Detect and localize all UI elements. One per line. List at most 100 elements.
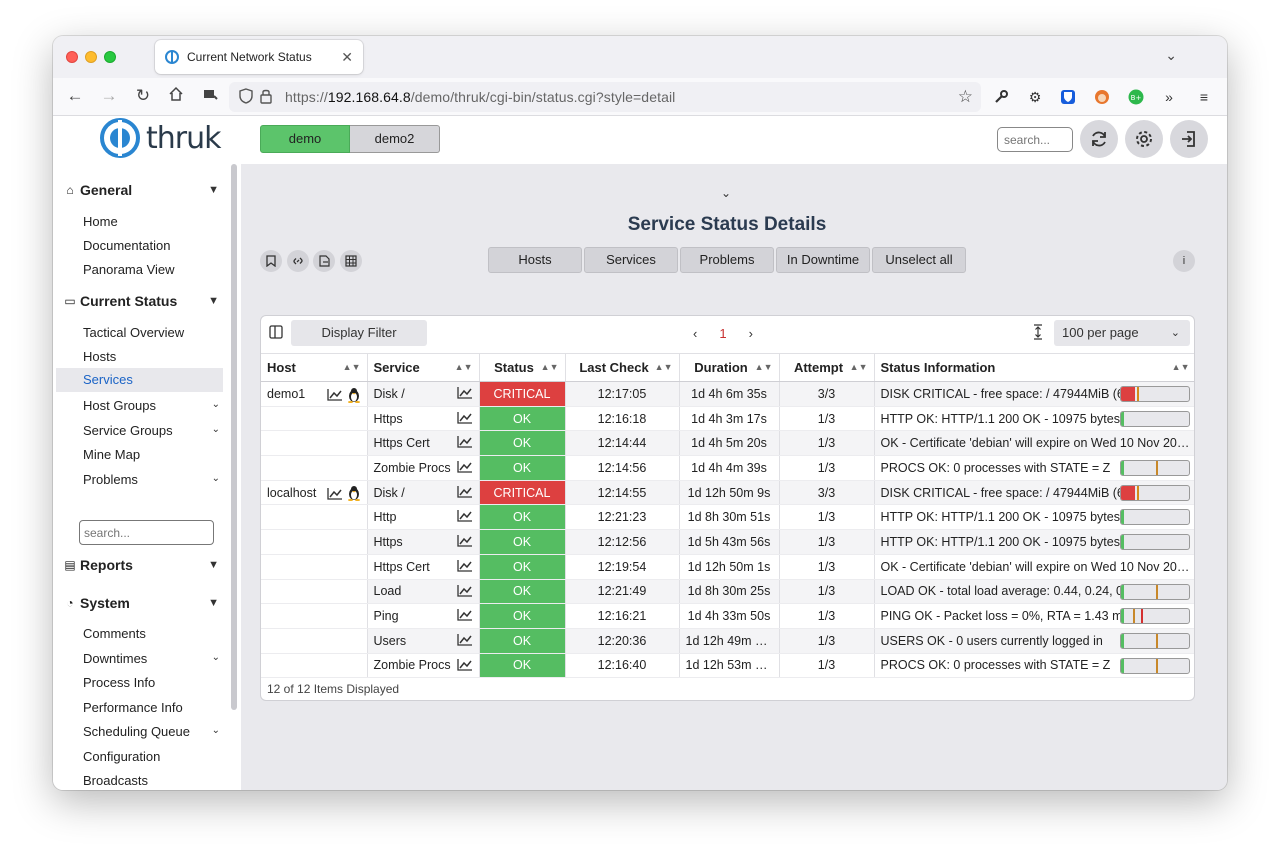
preferences-button[interactable]: [1125, 120, 1163, 158]
info-icon[interactable]: i: [1173, 250, 1195, 272]
minimize-window-button[interactable]: [85, 51, 97, 63]
sidebar-item-scheduling-queue[interactable]: Scheduling Queue ⌄: [83, 724, 223, 739]
reload-icon[interactable]: ↻: [132, 86, 154, 106]
column-header-attempt[interactable]: Attempt ▲▼: [779, 353, 875, 382]
sort-icon[interactable]: ▲▼: [850, 362, 868, 372]
row-height-icon[interactable]: [1032, 324, 1044, 343]
filter-services-button[interactable]: Services: [584, 247, 678, 273]
sidebar-section-general[interactable]: ⌂ General ▼: [63, 182, 219, 198]
grade-badge-icon[interactable]: B+: [1126, 87, 1146, 107]
graph-icon[interactable]: [456, 386, 473, 402]
zoom-window-button[interactable]: [104, 51, 116, 63]
bookmark-icon[interactable]: [260, 250, 282, 272]
back-icon[interactable]: ←: [64, 86, 86, 106]
filter-in-downtime-button[interactable]: In Downtime: [776, 247, 870, 273]
service-name-link[interactable]: Users: [374, 634, 407, 648]
perfdata-bar[interactable]: [1119, 386, 1190, 402]
tab-close-icon[interactable]: ✕: [341, 49, 353, 66]
host-cell[interactable]: [261, 653, 368, 679]
service-cell[interactable]: Users: [367, 628, 480, 654]
column-header-host[interactable]: Host ▲▼: [261, 353, 368, 382]
perfdata-bar[interactable]: [1119, 608, 1190, 625]
url-bar[interactable]: https://192.168.64.8/demo/thruk/cgi-bin/…: [229, 82, 981, 112]
table-row[interactable]: localhost Disk / CRITICAL 12:14:55 1d 12…: [261, 480, 1194, 506]
home-icon[interactable]: [165, 86, 187, 107]
screenshot-icon[interactable]: [199, 86, 221, 107]
table-row[interactable]: Https Cert OK 12:19:54 1d 12h 50m 1s 1/3…: [261, 554, 1194, 580]
sidebar-section-reports[interactable]: ▤ Reports ▼: [63, 557, 219, 573]
host-cell[interactable]: [261, 430, 368, 457]
sort-icon[interactable]: ▲▼: [455, 362, 473, 372]
service-name-link[interactable]: Disk /: [374, 387, 405, 401]
graph-icon[interactable]: [456, 460, 473, 476]
prev-page-icon[interactable]: ‹: [693, 326, 697, 341]
sidebar-section-current-status[interactable]: ▭ Current Status ▼: [63, 293, 219, 309]
graph-icon[interactable]: [456, 435, 473, 451]
sidebar-search-input[interactable]: [79, 520, 214, 545]
link-icon[interactable]: [287, 250, 309, 272]
lock-warning-icon[interactable]: [259, 88, 273, 107]
unselect-all-button[interactable]: Unselect all: [872, 247, 966, 273]
service-cell[interactable]: Disk /: [367, 480, 480, 506]
perfdata-bar[interactable]: [1119, 657, 1190, 674]
sidebar-item-broadcasts[interactable]: Broadcasts: [83, 773, 223, 788]
tab-list-chevron-icon[interactable]: ⌄: [1165, 47, 1177, 64]
display-filter-button[interactable]: Display Filter: [291, 320, 427, 346]
sidebar-scrollbar[interactable]: [231, 164, 237, 710]
host-name-link[interactable]: demo1: [267, 387, 305, 401]
sidebar-item-downtimes[interactable]: Downtimes ⌄: [83, 651, 223, 666]
service-name-link[interactable]: Https: [374, 535, 403, 549]
graph-icon[interactable]: [456, 608, 473, 624]
table-row[interactable]: Load OK 12:21:49 1d 8h 30m 25s 1/3 LOAD …: [261, 579, 1194, 605]
table-row[interactable]: Users OK 12:20:36 1d 12h 49m 19s 1/3 USE…: [261, 628, 1194, 654]
service-cell[interactable]: Ping: [367, 603, 480, 629]
sidebar-item-hosts[interactable]: Hosts: [83, 349, 223, 364]
host-cell[interactable]: localhost: [261, 480, 368, 506]
table-row[interactable]: Http OK 12:21:23 1d 8h 30m 51s 1/3 HTTP …: [261, 504, 1194, 531]
sort-icon[interactable]: ▲▼: [655, 362, 673, 372]
sidebar-item-services[interactable]: Services: [56, 368, 223, 392]
close-window-button[interactable]: [66, 51, 78, 63]
logout-button[interactable]: [1170, 120, 1208, 158]
graph-icon[interactable]: [456, 534, 473, 550]
sort-icon[interactable]: ▲▼: [1172, 362, 1190, 372]
service-cell[interactable]: Disk /: [367, 381, 480, 407]
column-header-status[interactable]: Status ▲▼: [479, 353, 566, 382]
host-cell[interactable]: demo1: [261, 381, 368, 407]
next-page-icon[interactable]: ›: [749, 326, 753, 341]
site-tab-demo2[interactable]: demo2: [350, 125, 440, 153]
sidebar-item-tactical-overview[interactable]: Tactical Overview: [83, 325, 223, 340]
extension-avatar-icon[interactable]: [1092, 87, 1112, 107]
service-name-link[interactable]: Http: [374, 510, 397, 524]
service-name-link[interactable]: Zombie Procs: [374, 461, 451, 475]
sidebar-item-performance-info[interactable]: Performance Info: [83, 700, 223, 715]
service-cell[interactable]: Https Cert: [367, 430, 480, 457]
service-name-link[interactable]: Zombie Procs: [374, 658, 451, 672]
header-search-input[interactable]: [997, 127, 1073, 152]
bitwarden-icon[interactable]: [1058, 87, 1078, 107]
host-cell[interactable]: [261, 504, 368, 531]
host-cell[interactable]: [261, 406, 368, 432]
settings-gear-icon[interactable]: ⚙: [1025, 87, 1045, 107]
perfdata-bar[interactable]: [1119, 410, 1190, 427]
graph-icon[interactable]: [456, 411, 473, 427]
service-name-link[interactable]: Ping: [374, 609, 399, 623]
per-page-select[interactable]: 100 per page ⌄: [1054, 320, 1190, 346]
sidebar-item-service-groups[interactable]: Service Groups ⌄: [83, 423, 223, 438]
table-row[interactable]: Https Cert OK 12:14:44 1d 4h 5m 20s 1/3 …: [261, 430, 1194, 457]
table-row[interactable]: Https OK 12:12:56 1d 5h 43m 56s 1/3 HTTP…: [261, 529, 1194, 555]
sidebar-section-system[interactable]: ◔ System ▼: [63, 595, 219, 611]
current-page[interactable]: 1: [719, 326, 726, 341]
sidebar-item-host-groups[interactable]: Host Groups ⌄: [83, 398, 223, 413]
sidebar-item-home[interactable]: Home: [83, 214, 223, 229]
host-cell[interactable]: [261, 554, 368, 580]
filter-hosts-button[interactable]: Hosts: [488, 247, 582, 273]
sidebar-item-mine-map[interactable]: Mine Map: [83, 447, 223, 462]
export-icon[interactable]: [313, 250, 335, 272]
sidebar-item-panorama-view[interactable]: Panorama View: [83, 262, 223, 277]
browser-tab[interactable]: Current Network Status ✕: [155, 40, 363, 74]
sort-icon[interactable]: ▲▼: [755, 362, 773, 372]
graph-icon[interactable]: [456, 509, 473, 525]
sidebar-item-documentation[interactable]: Documentation: [83, 238, 223, 253]
perfdata-bar[interactable]: [1119, 509, 1190, 526]
